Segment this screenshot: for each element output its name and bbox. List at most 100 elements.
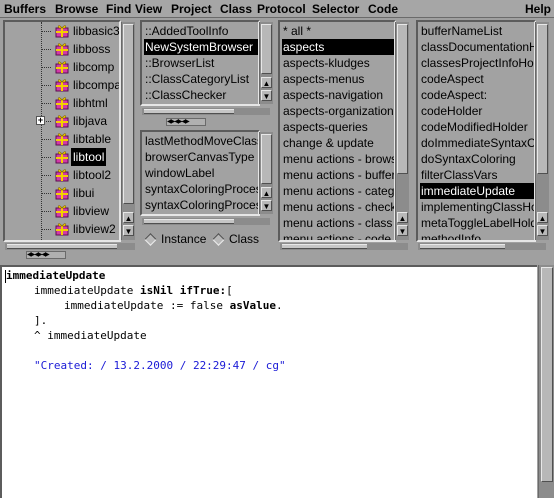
hscroll-thumb[interactable] bbox=[7, 244, 117, 249]
tree-hscroll-arrows[interactable]: ◀▶◀▶◀▶ bbox=[26, 251, 66, 259]
protocol-item[interactable]: * all * bbox=[282, 23, 394, 39]
variable-item[interactable]: browserCanvasType bbox=[144, 149, 258, 165]
code-editor-scrollbar[interactable] bbox=[538, 265, 554, 498]
protocol-item[interactable]: aspects bbox=[282, 39, 394, 55]
tree-item[interactable]: libcomp bbox=[5, 58, 119, 76]
tree-item[interactable]: libtable bbox=[5, 130, 119, 148]
menu-browse[interactable]: Browse bbox=[55, 2, 98, 16]
scroll-up-arrow[interactable]: ▲ bbox=[123, 212, 134, 223]
selector-item[interactable]: filterClassVars bbox=[420, 167, 534, 183]
code-editor[interactable]: immediateUpdate immediateUpdate isNil if… bbox=[0, 265, 537, 498]
class-item[interactable]: ::ClassCategoryList bbox=[144, 71, 258, 87]
selector-item[interactable]: immediateUpdate bbox=[420, 183, 534, 199]
scroll-down-arrow[interactable]: ▼ bbox=[261, 90, 272, 101]
selector-list-hscrollbar[interactable] bbox=[418, 243, 546, 250]
menu-find[interactable]: Find bbox=[106, 2, 131, 16]
package-tree-scrollbar[interactable]: ▲ ▼ bbox=[121, 22, 135, 240]
selector-item[interactable]: codeHolder bbox=[420, 103, 534, 119]
protocol-item[interactable]: change & update bbox=[282, 135, 394, 151]
variable-item[interactable]: syntaxColoringProcess bbox=[144, 181, 258, 197]
tree-item[interactable]: libtool2 bbox=[5, 166, 119, 184]
hscroll-thumb[interactable] bbox=[144, 219, 234, 224]
tree-item[interactable]: libhtml bbox=[5, 94, 119, 112]
menu-selector[interactable]: Selector bbox=[312, 2, 359, 16]
selector-item[interactable]: doSyntaxColoring bbox=[420, 151, 534, 167]
selector-item[interactable]: metaToggleLabelHolder bbox=[420, 215, 534, 231]
class-item[interactable]: ::BrowserList bbox=[144, 55, 258, 71]
class-item[interactable]: ::AddedToolInfo bbox=[144, 23, 258, 39]
menu-protocol[interactable]: Protocol bbox=[257, 2, 306, 16]
scroll-down-arrow[interactable]: ▼ bbox=[397, 225, 408, 236]
variable-list[interactable]: lastMethodMoveClass browserCanvasType wind… bbox=[140, 130, 260, 216]
selector-item[interactable]: classDocumentationHolder bbox=[420, 39, 534, 55]
menu-code[interactable]: Code bbox=[368, 2, 398, 16]
protocol-item[interactable]: menu actions - class bbox=[282, 215, 394, 231]
hscroll-thumb[interactable] bbox=[420, 244, 505, 249]
protocol-item[interactable]: menu actions - browse bbox=[282, 151, 394, 167]
protocol-item[interactable]: menu actions - checks bbox=[282, 199, 394, 215]
protocol-list[interactable]: * all * aspects aspects-kludges aspects-men… bbox=[278, 20, 396, 242]
protocol-item[interactable]: menu actions - buffers bbox=[282, 167, 394, 183]
protocol-list-hscrollbar[interactable] bbox=[280, 243, 408, 250]
class-list-hscrollbar[interactable] bbox=[142, 108, 270, 115]
selector-list[interactable]: bufferNameListclassDocumentationHoldercl… bbox=[416, 20, 536, 242]
tree-item[interactable]: libui bbox=[5, 184, 119, 202]
selector-item[interactable]: bufferNameList bbox=[420, 23, 534, 39]
scroll-up-arrow[interactable]: ▲ bbox=[261, 77, 272, 88]
class-radio[interactable]: Class bbox=[212, 232, 267, 246]
protocol-list-scrollbar[interactable]: ▲ ▼ bbox=[395, 22, 409, 240]
protocol-item[interactable]: aspects-kludges bbox=[282, 55, 394, 71]
scroll-thumb[interactable] bbox=[537, 24, 548, 174]
class-item[interactable]: NewSystemBrowser bbox=[144, 39, 258, 55]
scroll-down-arrow[interactable]: ▼ bbox=[537, 225, 548, 236]
protocol-item[interactable]: aspects-menus bbox=[282, 71, 394, 87]
protocol-item[interactable]: menu actions - code bbox=[282, 231, 394, 240]
selector-item[interactable]: codeAspect: bbox=[420, 87, 534, 103]
hscroll-thumb[interactable] bbox=[282, 244, 367, 249]
tree-item[interactable]: libboss bbox=[5, 40, 119, 58]
scroll-down-arrow[interactable]: ▼ bbox=[123, 225, 134, 236]
variable-list-scrollbar[interactable]: ▲ ▼ bbox=[259, 132, 273, 214]
selector-item[interactable]: codeAspect bbox=[420, 71, 534, 87]
selector-item[interactable]: methodInfo bbox=[420, 231, 534, 240]
menu-project[interactable]: Project bbox=[171, 2, 212, 16]
protocol-item[interactable]: aspects-navigation bbox=[282, 87, 394, 103]
menu-buffers[interactable]: Buffers bbox=[4, 2, 46, 16]
scroll-up-arrow[interactable]: ▲ bbox=[397, 212, 408, 223]
variable-list-hscrollbar[interactable] bbox=[142, 218, 270, 225]
protocol-item[interactable]: menu actions - category bbox=[282, 183, 394, 199]
variable-item[interactable]: syntaxColoringProcessRunning bbox=[144, 197, 258, 213]
class-list-scrollbar[interactable]: ▲ ▼ bbox=[259, 22, 273, 104]
package-tree-hscrollbar[interactable] bbox=[5, 243, 135, 250]
scroll-up-arrow[interactable]: ▲ bbox=[537, 212, 548, 223]
selector-item[interactable]: implementingClassHolder bbox=[420, 199, 534, 215]
scroll-thumb[interactable] bbox=[261, 24, 272, 74]
tree-item[interactable]: + libjava bbox=[5, 112, 119, 130]
package-tree[interactable]: libbasic3 libboss libcomp libcompa libhtml + l… bbox=[3, 20, 121, 242]
scroll-thumb[interactable] bbox=[397, 24, 408, 174]
selector-item[interactable]: classesProjectInfoHolder bbox=[420, 55, 534, 71]
scroll-thumb[interactable] bbox=[541, 267, 553, 482]
tree-item[interactable]: libview2 bbox=[5, 220, 119, 238]
expand-icon[interactable]: + bbox=[36, 116, 45, 125]
class-list[interactable]: ::AddedToolInfo NewSystemBrowser::Browser… bbox=[140, 20, 260, 106]
class-item[interactable]: ::ClassChecker bbox=[144, 87, 258, 103]
scroll-thumb[interactable] bbox=[261, 134, 272, 184]
selector-list-scrollbar[interactable]: ▲ ▼ bbox=[535, 22, 549, 240]
tree-item[interactable]: libtool bbox=[5, 148, 119, 166]
instance-radio[interactable]: Instance bbox=[144, 232, 214, 246]
selector-item[interactable]: doImmediateSyntaxColoring bbox=[420, 135, 534, 151]
scroll-up-arrow[interactable]: ▲ bbox=[261, 187, 272, 198]
protocol-item[interactable]: aspects-queries bbox=[282, 119, 394, 135]
tree-item[interactable]: libcompa bbox=[5, 76, 119, 94]
variable-item[interactable]: lastMethodMoveClass bbox=[144, 133, 258, 149]
menu-help[interactable]: Help bbox=[525, 2, 551, 16]
variable-item[interactable]: windowLabel bbox=[144, 165, 258, 181]
menu-view[interactable]: View bbox=[135, 2, 162, 16]
scroll-down-arrow[interactable]: ▼ bbox=[261, 200, 272, 211]
selector-item[interactable]: codeModifiedHolder bbox=[420, 119, 534, 135]
class-hscroll-arrows[interactable]: ◀▶◀▶◀▶ bbox=[166, 118, 206, 126]
tree-item[interactable]: libview bbox=[5, 202, 119, 220]
menu-class[interactable]: Class bbox=[220, 2, 252, 16]
protocol-item[interactable]: aspects-organization bbox=[282, 103, 394, 119]
